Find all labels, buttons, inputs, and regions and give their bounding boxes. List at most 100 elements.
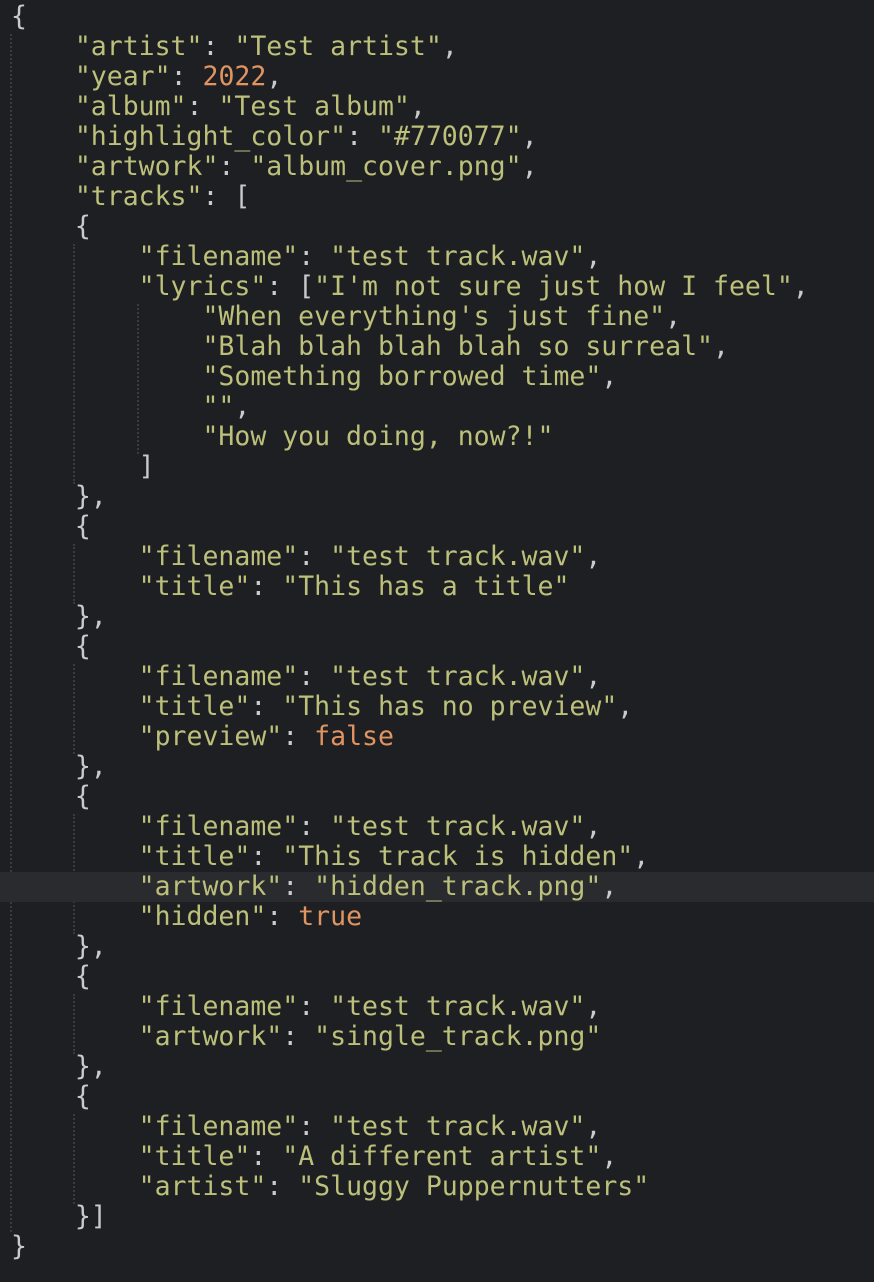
code-line[interactable]: "When everything's just fine", <box>0 302 874 332</box>
string-token: "artist" <box>74 31 203 62</box>
punctuation-token <box>11 391 202 422</box>
string-token: "When everything's just fine" <box>202 301 666 332</box>
code-line[interactable]: "", <box>0 392 874 422</box>
punctuation-token <box>11 241 139 272</box>
string-token: "filename" <box>138 661 299 692</box>
code-line[interactable]: "title": "This has no preview", <box>0 692 874 722</box>
punctuation-token <box>11 901 139 932</box>
string-token: "A different artist" <box>282 1141 602 1172</box>
code-line[interactable]: "Blah blah blah blah so surreal", <box>0 332 874 362</box>
punctuation-token <box>11 301 202 332</box>
code-line[interactable]: { <box>0 632 874 662</box>
punctuation-token: , <box>409 91 426 122</box>
code-line[interactable]: "artwork": "album_cover.png", <box>0 152 874 182</box>
punctuation-token <box>11 811 139 842</box>
code-line[interactable]: "filename": "test track.wav", <box>0 662 874 692</box>
code-line[interactable]: "filename": "test track.wav", <box>0 812 874 842</box>
code-line[interactable]: }, <box>0 602 874 632</box>
string-token: "Test artist" <box>234 31 442 62</box>
code-line[interactable]: "title": "This has a title" <box>0 572 874 602</box>
punctuation-token: , <box>585 661 602 692</box>
code-line[interactable]: "filename": "test track.wav", <box>0 242 874 272</box>
string-token: "filename" <box>138 541 299 572</box>
code-line[interactable]: { <box>0 212 874 242</box>
code-line[interactable]: { <box>0 1082 874 1112</box>
punctuation-token <box>11 331 202 362</box>
punctuation-token <box>11 421 202 452</box>
code-line[interactable]: }, <box>0 1052 874 1082</box>
code-line[interactable]: "year": 2022, <box>0 62 874 92</box>
code-line[interactable]: }, <box>0 482 874 512</box>
punctuation-token: : <box>186 91 219 122</box>
code-line[interactable]: { <box>0 2 874 32</box>
code-line[interactable]: "tracks": [ <box>0 182 874 212</box>
punctuation-token: : [ <box>202 181 251 212</box>
punctuation-token: , <box>792 271 809 302</box>
punctuation-token <box>11 61 75 92</box>
punctuation-token: , <box>585 811 602 842</box>
punctuation-token: }, <box>11 751 107 782</box>
string-token: "This track is hidden" <box>282 841 634 872</box>
code-line[interactable]: "title": "A different artist", <box>0 1142 874 1172</box>
string-token: "This has no preview" <box>282 691 618 722</box>
code-line[interactable]: "filename": "test track.wav", <box>0 992 874 1022</box>
punctuation-token: , <box>713 331 729 362</box>
string-token: "artist" <box>138 1171 267 1202</box>
punctuation-token: } <box>11 1231 27 1262</box>
code-line[interactable]: }, <box>0 932 874 962</box>
code-line[interactable]: }, <box>0 752 874 782</box>
punctuation-token: , <box>234 391 251 422</box>
string-token: "tracks" <box>74 181 203 212</box>
punctuation-token: : <box>298 241 331 272</box>
code-line[interactable]: "highlight_color": "#770077", <box>0 122 874 152</box>
code-line[interactable]: { <box>0 512 874 542</box>
punctuation-token: }, <box>11 931 107 962</box>
code-editor[interactable]: { "artist": "Test artist", "year": 2022,… <box>0 2 874 1262</box>
punctuation-token: { <box>11 631 91 662</box>
punctuation-token: { <box>11 1081 91 1112</box>
code-line[interactable]: "filename": "test track.wav", <box>0 1112 874 1142</box>
punctuation-token <box>11 1021 139 1052</box>
punctuation-token: , <box>441 31 458 62</box>
punctuation-token: : <box>250 841 283 872</box>
code-line[interactable]: "artwork": "single_track.png" <box>0 1022 874 1052</box>
punctuation-token <box>11 1171 139 1202</box>
punctuation-token <box>11 271 139 302</box>
code-line[interactable]: ] <box>0 452 874 482</box>
punctuation-token <box>11 691 139 722</box>
punctuation-token <box>11 541 139 572</box>
punctuation-token <box>11 721 139 752</box>
punctuation-token <box>11 1141 139 1172</box>
code-line[interactable]: "lyrics": ["I'm not sure just how I feel… <box>0 272 874 302</box>
code-line[interactable]: "artwork": "hidden_track.png", <box>0 872 874 902</box>
code-line[interactable]: "How you doing, now?!" <box>0 422 874 452</box>
punctuation-token: : <box>346 121 378 152</box>
string-token: "test track.wav" <box>330 991 586 1022</box>
code-line[interactable]: "Something borrowed time", <box>0 362 874 392</box>
code-line[interactable]: "hidden": true <box>0 902 874 932</box>
string-token: "title" <box>138 691 251 722</box>
code-line[interactable]: "filename": "test track.wav", <box>0 542 874 572</box>
string-token: "test track.wav" <box>330 541 586 572</box>
punctuation-token: { <box>11 511 91 542</box>
punctuation-token: : <box>298 1111 331 1142</box>
code-line[interactable]: "artist": "Sluggy Puppernutters" <box>0 1172 874 1202</box>
punctuation-token <box>11 661 139 692</box>
string-token: "Blah blah blah blah so surreal" <box>202 331 713 362</box>
code-line[interactable]: { <box>0 962 874 992</box>
punctuation-token: }, <box>11 601 107 632</box>
code-line[interactable]: }] <box>0 1202 874 1232</box>
code-line[interactable]: } <box>0 1232 874 1262</box>
code-line[interactable]: "preview": false <box>0 722 874 752</box>
punctuation-token: : <box>202 31 235 62</box>
code-line[interactable]: "artist": "Test artist", <box>0 32 874 62</box>
string-token: "test track.wav" <box>330 241 586 272</box>
code-line[interactable]: "album": "Test album", <box>0 92 874 122</box>
punctuation-token: , <box>521 151 538 182</box>
string-token: "test track.wav" <box>330 1111 586 1142</box>
punctuation-token <box>11 841 139 872</box>
code-line[interactable]: { <box>0 782 874 812</box>
code-line[interactable]: "title": "This track is hidden", <box>0 842 874 872</box>
punctuation-token: : <box>250 1141 283 1172</box>
string-token: "This has a title" <box>282 571 570 602</box>
